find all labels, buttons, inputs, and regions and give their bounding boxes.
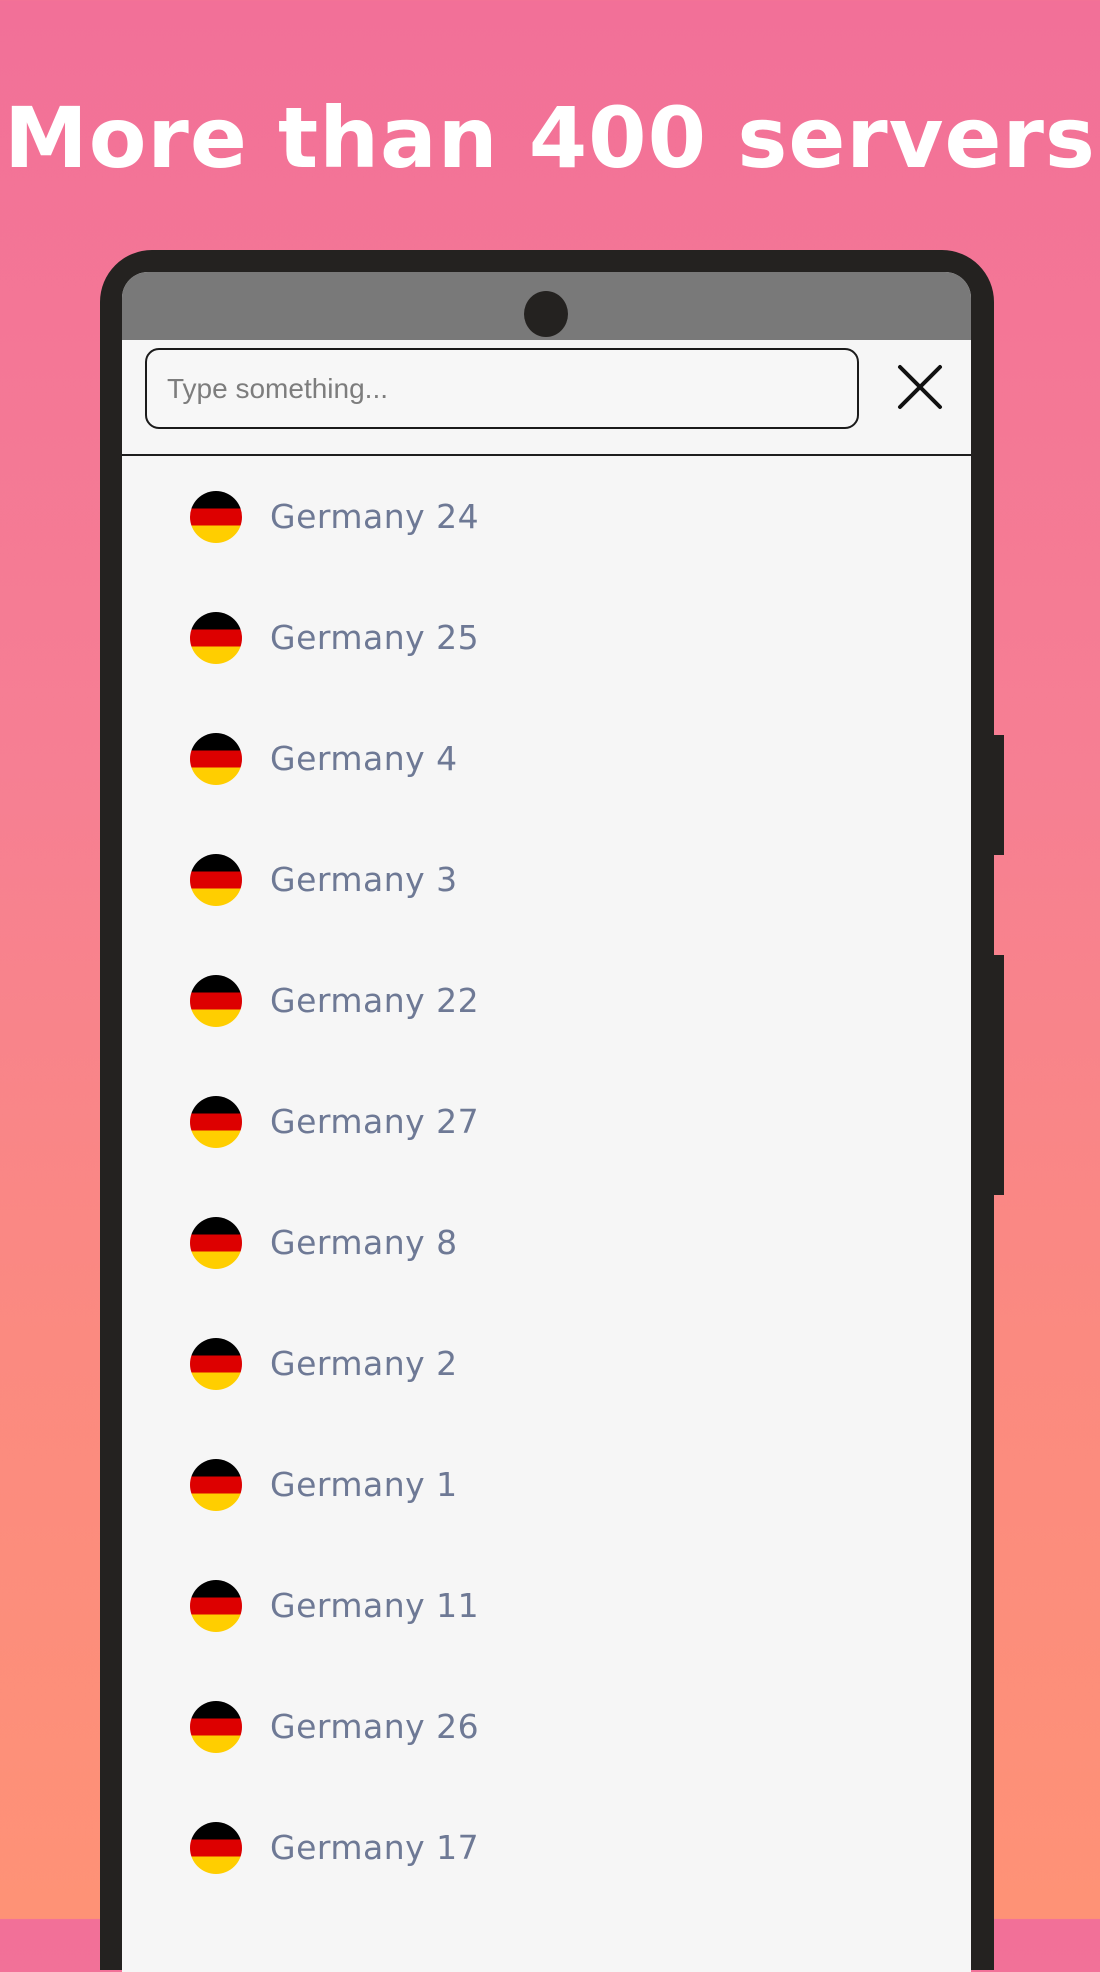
promo-headline: More than 400 servers — [4, 89, 1096, 187]
flag-germany-icon — [190, 733, 242, 785]
server-list-item[interactable]: Germany 4 — [122, 698, 971, 819]
server-label: Germany 1 — [270, 1465, 458, 1504]
server-label: Germany 3 — [270, 860, 458, 899]
front-camera-icon — [524, 291, 568, 337]
server-label: Germany 26 — [270, 1707, 480, 1746]
flag-germany-icon — [190, 975, 242, 1027]
server-list-item[interactable]: Germany 11 — [122, 1545, 971, 1666]
close-icon — [898, 365, 942, 409]
server-label: Germany 27 — [270, 1102, 480, 1141]
flag-germany-icon — [190, 1217, 242, 1269]
close-button[interactable] — [895, 362, 945, 412]
server-label: Germany 24 — [270, 497, 480, 536]
phone-side-button-power — [994, 735, 1004, 855]
server-list-item[interactable]: Germany 17 — [122, 1787, 971, 1908]
server-list-item[interactable]: Germany 2 — [122, 1303, 971, 1424]
server-list-item[interactable]: Germany 24 — [122, 456, 971, 577]
server-label: Germany 25 — [270, 618, 480, 657]
server-label: Germany 22 — [270, 981, 480, 1020]
server-list: Germany 24 Germany 25 Germany 4 Germany 3 Ge… — [122, 456, 971, 1908]
flag-germany-icon — [190, 1701, 242, 1753]
server-list-item[interactable]: Germany 3 — [122, 819, 971, 940]
flag-germany-icon — [190, 1096, 242, 1148]
server-list-item[interactable]: Germany 8 — [122, 1182, 971, 1303]
flag-germany-icon — [190, 1459, 242, 1511]
server-label: Germany 8 — [270, 1223, 458, 1262]
flag-germany-icon — [190, 1822, 242, 1874]
server-list-item[interactable]: Germany 26 — [122, 1666, 971, 1787]
server-label: Germany 11 — [270, 1586, 480, 1625]
flag-germany-icon — [190, 1580, 242, 1632]
phone-side-button-volume — [994, 955, 1004, 1195]
search-bar — [122, 340, 971, 454]
search-input[interactable] — [145, 348, 859, 429]
status-bar — [122, 272, 971, 340]
server-list-item[interactable]: Germany 1 — [122, 1424, 971, 1545]
flag-germany-icon — [190, 1338, 242, 1390]
server-list-item[interactable]: Germany 22 — [122, 940, 971, 1061]
flag-germany-icon — [190, 491, 242, 543]
flag-germany-icon — [190, 612, 242, 664]
phone-screen: Germany 24 Germany 25 Germany 4 Germany 3 Ge… — [122, 272, 971, 1972]
server-label: Germany 2 — [270, 1344, 458, 1383]
server-list-item[interactable]: Germany 25 — [122, 577, 971, 698]
server-label: Germany 4 — [270, 739, 458, 778]
server-list-item[interactable]: Germany 27 — [122, 1061, 971, 1182]
flag-germany-icon — [190, 854, 242, 906]
server-label: Germany 17 — [270, 1828, 480, 1867]
